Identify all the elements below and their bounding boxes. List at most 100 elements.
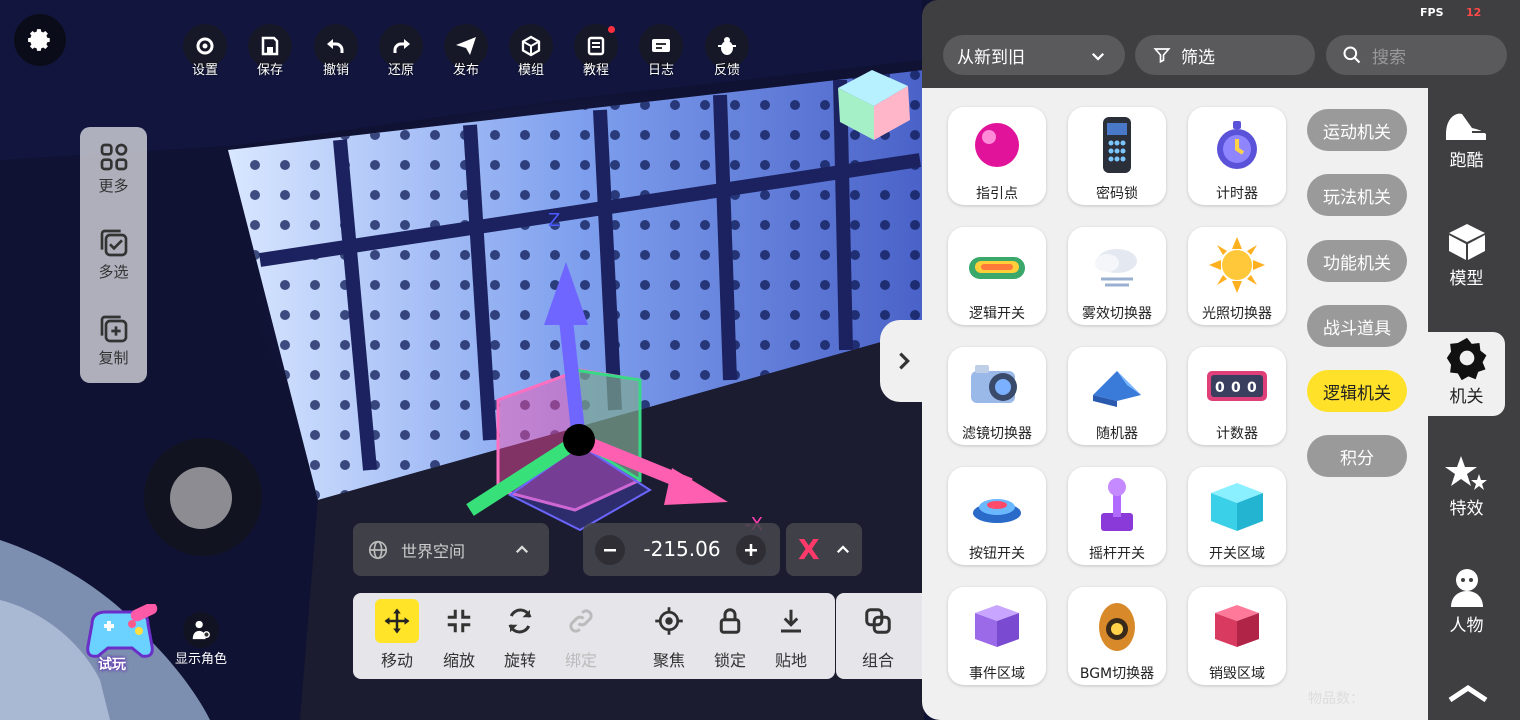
tool-label: 旋转: [503, 651, 536, 670]
item-card[interactable]: 密码锁: [1068, 107, 1166, 205]
scene-settings-button[interactable]: [14, 14, 66, 66]
item-card[interactable]: BGM切换器: [1068, 587, 1166, 685]
toolbar-publish-button[interactable]: 发布: [443, 24, 489, 78]
tool-group[interactable]: 组合: [850, 599, 906, 671]
toolbar-feedback-button[interactable]: 反馈: [704, 24, 750, 78]
tool-rotate[interactable]: 旋转: [492, 599, 548, 671]
category-label: 玩法机关: [1323, 187, 1391, 208]
copy-label: 复制: [98, 349, 129, 367]
item-card[interactable]: 事件区域: [948, 587, 1046, 685]
toolbar-label: 设置: [191, 63, 218, 78]
show-character-toggle[interactable]: 显示角色: [170, 612, 232, 667]
category-logic[interactable]: 逻辑机关: [1307, 370, 1407, 412]
toolbar-label: 撤销: [322, 63, 349, 78]
svg-text:0: 0: [1247, 380, 1257, 396]
notification-dot: [608, 26, 615, 33]
category-gameplay[interactable]: 玩法机关: [1307, 174, 1407, 216]
item-label: 指引点: [976, 186, 1018, 202]
toolbar-log-button[interactable]: 日志: [638, 24, 684, 78]
try-play-button[interactable]: 试玩: [82, 602, 162, 674]
chevron-up-icon: [836, 545, 850, 554]
gear-icon: [28, 29, 50, 51]
tool-scale[interactable]: 缩放: [431, 599, 487, 671]
sort-dropdown[interactable]: 从新到旧: [943, 35, 1125, 75]
joystick-knob[interactable]: [170, 467, 232, 529]
counter-icon: 000: [1207, 371, 1267, 401]
toolbar-undo-button[interactable]: 撤销: [313, 24, 359, 78]
item-card[interactable]: 销毁区域: [1188, 587, 1286, 685]
redo-icon: [393, 39, 410, 53]
fog-switch-icon: [1095, 249, 1137, 287]
item-card[interactable]: 按钮开关: [948, 467, 1046, 565]
tool-label: 贴地: [774, 651, 807, 670]
toolbar-save-button[interactable]: 保存: [247, 24, 293, 78]
gizmo-z-label: Z: [548, 210, 560, 231]
multi-select-button[interactable]: 多选: [80, 227, 147, 282]
axis-selector[interactable]: X: [786, 523, 862, 576]
tab-effects[interactable]: 特效: [1428, 454, 1505, 519]
coordinate-value-input[interactable]: -215.06: [627, 537, 737, 561]
joystick-switch-icon: [1101, 478, 1133, 531]
transform-toolbar: 移动 缩放 旋转 绑定 聚焦 锁定 贴地: [353, 593, 835, 679]
toolbar-label: 保存: [256, 63, 283, 78]
item-card[interactable]: 开关区域: [1188, 467, 1286, 565]
tool-focus[interactable]: 聚焦: [641, 599, 697, 671]
item-label: 滤镜切换器: [962, 426, 1032, 442]
tool-move[interactable]: 移动: [369, 599, 425, 671]
item-card[interactable]: 000 计数器: [1188, 347, 1286, 445]
globe-icon: [368, 540, 388, 559]
item-card[interactable]: 光照切换器: [1188, 227, 1286, 325]
item-card[interactable]: 滤镜切换器: [948, 347, 1046, 445]
filter-button[interactable]: 筛选: [1135, 35, 1315, 75]
search-field[interactable]: 搜索: [1326, 35, 1507, 75]
coordinate-space-dropdown[interactable]: 世界空间: [353, 523, 549, 576]
more-tabs-chevron-icon[interactable]: [1446, 682, 1490, 702]
category-combat[interactable]: 战斗道具: [1307, 305, 1407, 347]
item-label: 逻辑开关: [969, 306, 1025, 322]
tool-bind[interactable]: 绑定: [553, 599, 609, 671]
search-input[interactable]: 搜索: [1372, 43, 1406, 68]
item-label: 密码锁: [1096, 186, 1138, 202]
toolbar-tutorial-button[interactable]: 教程: [573, 24, 619, 78]
copy-button[interactable]: 复制: [80, 313, 147, 368]
tool-lock[interactable]: 锁定: [702, 599, 758, 671]
item-card[interactable]: 逻辑开关: [948, 227, 1046, 325]
more-button[interactable]: 更多: [80, 141, 147, 196]
toolbar-redo-button[interactable]: 还原: [378, 24, 424, 78]
save-icon: [261, 36, 279, 56]
item-card[interactable]: 指引点: [948, 107, 1046, 205]
password-lock-icon: [1103, 117, 1131, 173]
tool-snap-ground[interactable]: 贴地: [763, 599, 819, 671]
filter-icon: [1153, 48, 1171, 64]
undo-icon: [327, 39, 344, 53]
item-count-label: 物品数：: [1308, 691, 1364, 707]
increment-button[interactable]: [736, 535, 766, 565]
tool-label: 绑定: [564, 651, 597, 670]
publish-icon: [456, 37, 476, 55]
tab-model[interactable]: 模型: [1428, 222, 1505, 289]
item-card[interactable]: 摇杆开关: [1068, 467, 1166, 565]
category-label: 逻辑机关: [1323, 383, 1391, 404]
tool-label: 聚焦: [652, 651, 685, 670]
toolbar-settings-button[interactable]: 设置: [182, 24, 228, 78]
category-motion[interactable]: 运动机关: [1307, 109, 1407, 151]
collapse-panel-button[interactable]: [880, 320, 928, 402]
event-zone-icon: [975, 605, 1019, 647]
item-label: 摇杆开关: [1089, 546, 1145, 562]
toolbar-module-button[interactable]: 模组: [508, 24, 554, 78]
tool-label: 组合: [861, 651, 894, 670]
tab-parkour[interactable]: 跑酷: [1428, 108, 1505, 171]
tab-character[interactable]: 人物: [1428, 567, 1505, 636]
item-card[interactable]: 计时器: [1188, 107, 1286, 205]
decrement-button[interactable]: [595, 535, 625, 565]
category-score[interactable]: 积分: [1307, 435, 1407, 477]
item-card[interactable]: 雾效切换器: [1068, 227, 1166, 325]
fps-label: FPS: [1420, 6, 1444, 19]
tab-mechanism[interactable]: 机关: [1428, 332, 1505, 416]
item-card[interactable]: 随机器: [1068, 347, 1166, 445]
category-function[interactable]: 功能机关: [1307, 240, 1407, 282]
chevron-up-icon: [515, 545, 529, 554]
copy-icon: [100, 315, 127, 343]
log-icon: [652, 39, 670, 52]
item-label: 销毁区域: [1209, 666, 1265, 682]
